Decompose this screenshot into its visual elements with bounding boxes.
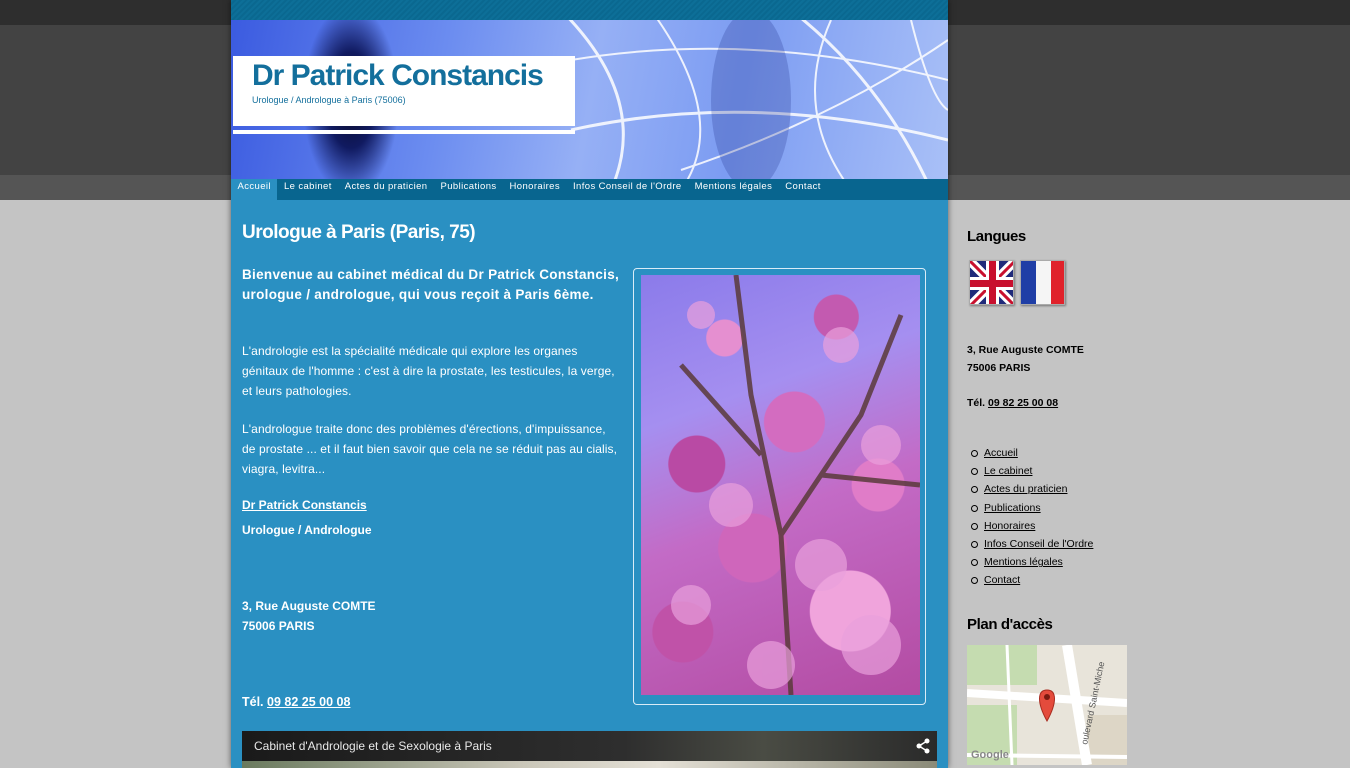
- nav-item-publications[interactable]: Publications: [434, 179, 503, 200]
- site-title[interactable]: Dr Patrick Constancis: [252, 60, 575, 92]
- sidebar-address-line-1: 3, Rue Auguste COMTE: [967, 344, 1084, 356]
- main-content: Urologue à Paris (Paris, 75) Bienvenue a…: [242, 222, 942, 709]
- sidebar-link-publications[interactable]: Publications: [984, 502, 1041, 514]
- site-title-box: Dr Patrick Constancis Urologue / Androlo…: [233, 56, 575, 134]
- sidebar-link-accueil[interactable]: Accueil: [984, 447, 1018, 459]
- sidebar-link-actes[interactable]: Actes du praticien: [984, 483, 1067, 495]
- sidebar-item-mentions: Mentions légales: [971, 553, 1093, 571]
- sidebar-link-mentions[interactable]: Mentions légales: [984, 556, 1063, 568]
- google-logo: Google: [971, 749, 1009, 761]
- sidebar-link-le-cabinet[interactable]: Le cabinet: [984, 465, 1032, 477]
- address-line-2: 75006 PARIS: [242, 619, 315, 633]
- paragraph-andrologue: L'andrologue traite donc des problèmes d…: [242, 422, 618, 476]
- header-banner: Dr Patrick Constancis Urologue / Androlo…: [231, 20, 948, 179]
- nav-item-mentions[interactable]: Mentions légales: [688, 179, 779, 200]
- doctor-link[interactable]: Dr Patrick Constancis: [242, 498, 367, 512]
- sidebar-phone-label: Tél.: [967, 397, 986, 409]
- photo-frame: [633, 268, 926, 705]
- phone-label: Tél.: [242, 695, 264, 709]
- access-map[interactable]: oulevard Saint-Miche Google: [967, 645, 1127, 765]
- sidebar-item-infos-ordre: Infos Conseil de l'Ordre: [971, 535, 1093, 553]
- main-nav: Accueil Le cabinet Actes du praticien Pu…: [231, 179, 948, 200]
- nav-item-honoraires[interactable]: Honoraires: [503, 179, 566, 200]
- sidebar-item-publications: Publications: [971, 499, 1093, 517]
- doctor-role: Urologue / Andrologue: [242, 523, 372, 537]
- sidebar-phone: Tél. 09 82 25 00 08: [967, 397, 1058, 409]
- map-graphic: oulevard Saint-Miche Google: [967, 645, 1127, 765]
- intro-text: Bienvenue au cabinet médical du Dr Patri…: [242, 267, 620, 302]
- phone-line: Tél. 09 82 25 00 08: [242, 695, 350, 709]
- site-subtitle: Urologue / Andrologue à Paris (75006): [252, 95, 406, 105]
- sidebar: Langues 3, Rue Auguste COMTE 75006 PARIS…: [967, 228, 1147, 765]
- languages-heading: Langues: [967, 228, 1026, 245]
- sidebar-menu: Accueil Le cabinet Actes du praticien Pu…: [971, 444, 1093, 590]
- share-icon[interactable]: [915, 738, 931, 754]
- sidebar-link-honoraires[interactable]: Honoraires: [984, 520, 1035, 532]
- nav-item-contact[interactable]: Contact: [779, 179, 828, 200]
- uk-flag-icon[interactable]: [969, 260, 1014, 305]
- sidebar-item-accueil: Accueil: [971, 444, 1093, 462]
- france-flag-icon[interactable]: [1020, 260, 1065, 305]
- map-heading: Plan d'accès: [967, 616, 1053, 633]
- blossom-branches: [671, 275, 920, 695]
- sidebar-item-actes: Actes du praticien: [971, 480, 1093, 498]
- video-title[interactable]: Cabinet d'Andrologie et de Sexologie à P…: [254, 739, 492, 753]
- sidebar-phone-link[interactable]: 09 82 25 00 08: [988, 397, 1058, 409]
- phone-link[interactable]: 09 82 25 00 08: [267, 695, 350, 709]
- top-strip: [231, 0, 948, 20]
- paragraph-andrologie: L'andrologie est la spécialité médicale …: [242, 344, 615, 398]
- page-title: Urologue à Paris (Paris, 75): [242, 222, 476, 243]
- sidebar-address-line-2: 75006 PARIS: [967, 362, 1031, 374]
- sidebar-item-contact: Contact: [971, 571, 1093, 589]
- nav-item-infos-ordre[interactable]: Infos Conseil de l'Ordre: [567, 179, 689, 200]
- address-line-1: 3, Rue Auguste COMTE: [242, 599, 376, 613]
- nav-item-actes[interactable]: Actes du praticien: [338, 179, 434, 200]
- language-flags: [969, 260, 1065, 305]
- main-column: Dr Patrick Constancis Urologue / Androlo…: [231, 0, 948, 768]
- video-thumbnail: [242, 761, 937, 768]
- sidebar-link-infos-ordre[interactable]: Infos Conseil de l'Ordre: [984, 538, 1093, 550]
- sidebar-item-honoraires: Honoraires: [971, 517, 1093, 535]
- video-embed[interactable]: Cabinet d'Andrologie et de Sexologie à P…: [242, 731, 937, 768]
- blossom-photo: [641, 275, 920, 695]
- sidebar-item-le-cabinet: Le cabinet: [971, 462, 1093, 480]
- nav-item-accueil[interactable]: Accueil: [231, 179, 278, 200]
- nav-item-le-cabinet[interactable]: Le cabinet: [277, 179, 338, 200]
- sidebar-link-contact[interactable]: Contact: [984, 574, 1020, 586]
